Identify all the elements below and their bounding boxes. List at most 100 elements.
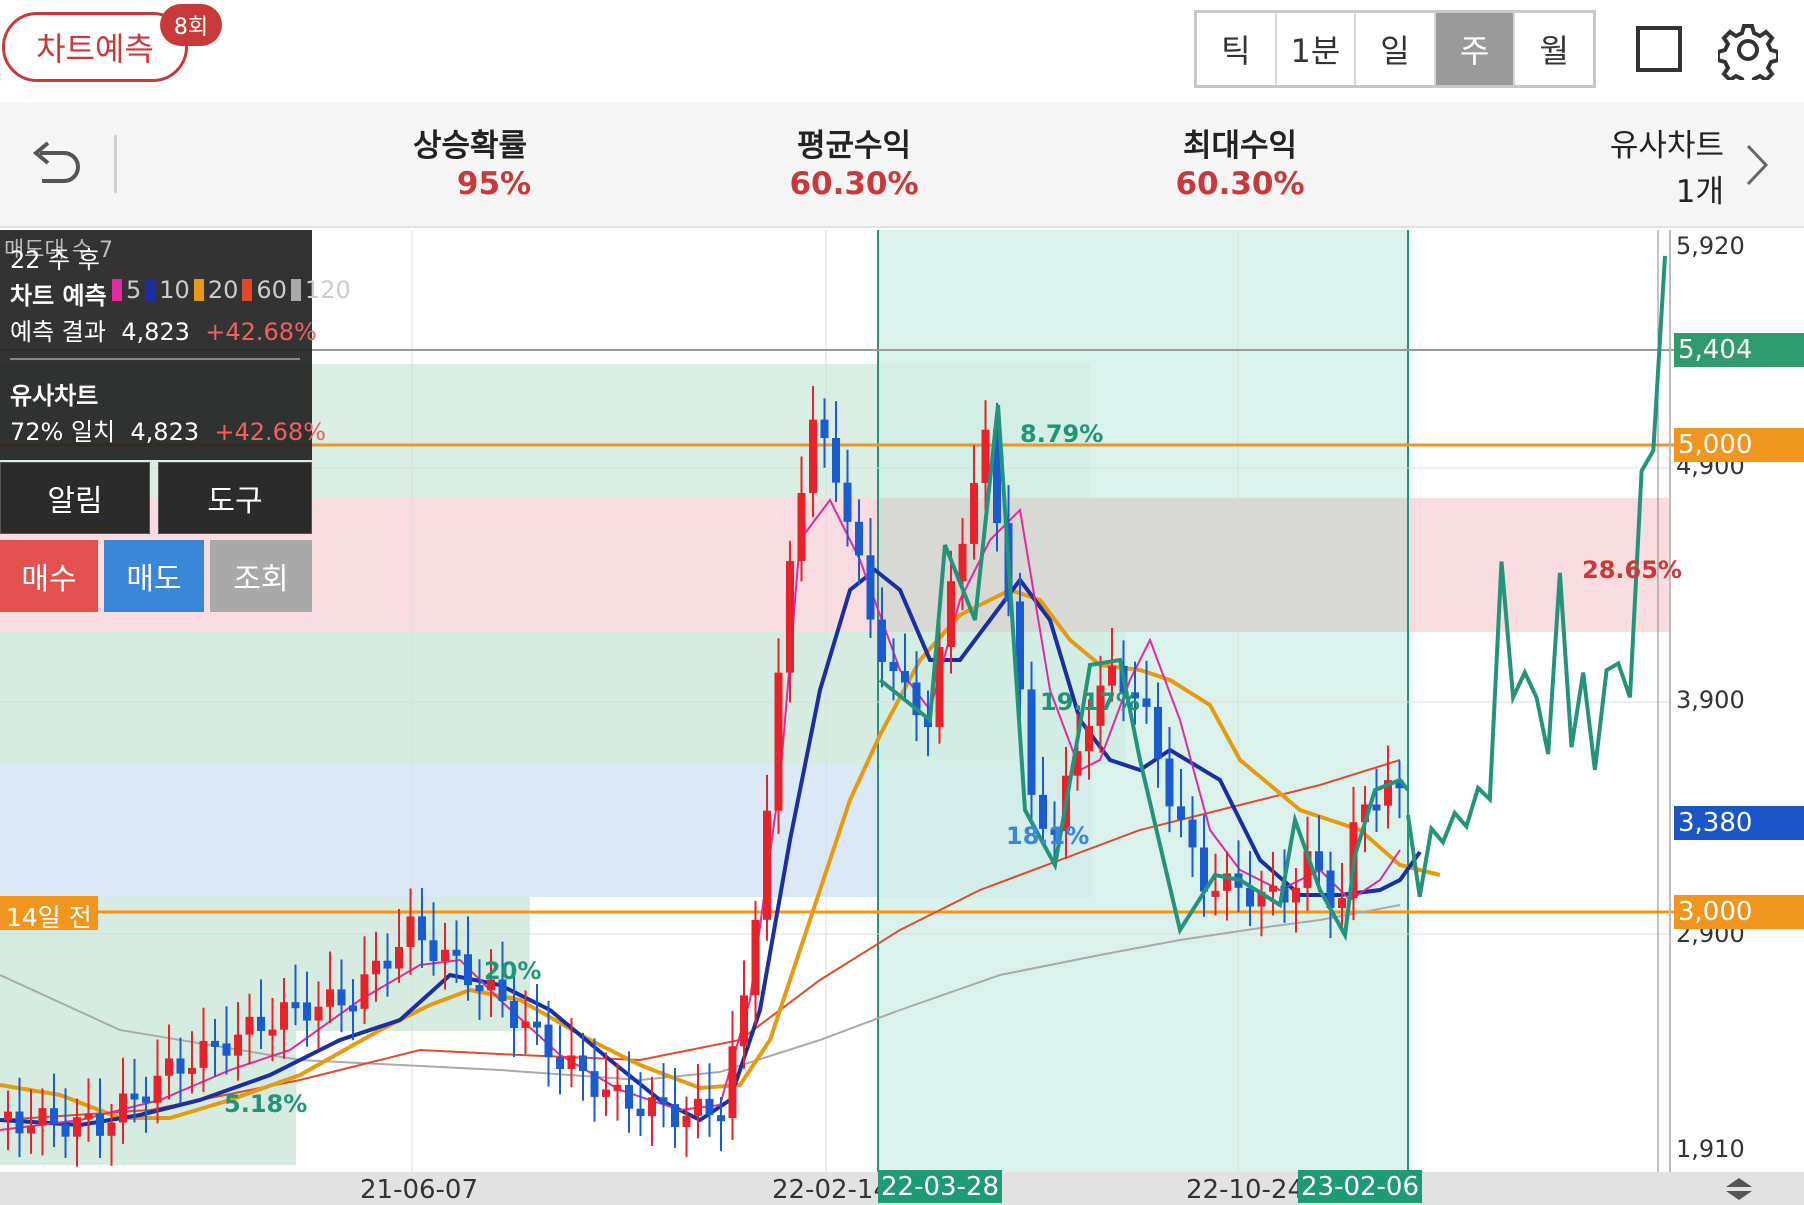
predict-count-badge: 8회 [160,4,222,46]
candle-body [613,1084,622,1091]
candle-body [291,1002,300,1009]
candle-body [15,1111,24,1134]
candle-body [1269,885,1277,892]
prediction-info-panel: 매도대 수 7 22 주 후 차트 예측 5 10 20 60 120 예측 결… [0,230,351,460]
candle-body [820,419,829,439]
candle-body [349,1005,357,1012]
tab-week[interactable]: 주 [1435,13,1516,85]
ma-legend-swatch [145,279,156,301]
alert-button[interactable]: 알림 [0,462,150,534]
similar-chart-count[interactable]: 1개 [1524,166,1724,211]
ma-legend-label: 5 [126,276,142,304]
price-tick: 1,910 [1676,1135,1745,1163]
pct-label: 28.65% [1582,556,1682,584]
scroll-handle-icon[interactable] [1722,1176,1756,1202]
predict-result-label: 예측 결과 [10,318,106,346]
ma-legend-label: 20 [207,276,239,304]
candle-body [671,1104,679,1128]
candle-body [1292,887,1300,903]
candle-body [1372,804,1381,811]
candle-body [257,1016,265,1032]
candle-body [165,1058,173,1076]
candle-body [245,1016,254,1035]
candle-body [107,1122,116,1136]
candle-body [211,1040,219,1047]
candle-body [901,671,909,683]
tab-day[interactable]: 일 [1356,13,1436,85]
sell-button[interactable]: 매도 [104,540,204,612]
candle-body [188,1067,196,1074]
candle-body [1142,698,1151,707]
buy-button[interactable]: 매수 [0,540,98,612]
tools-button[interactable]: 도구 [158,462,312,534]
days-ago-tag: 14일 전 [0,896,98,932]
candle-body [889,661,898,672]
candle-body [1108,665,1116,686]
candle-body [130,1093,139,1100]
similar-match: 72% 일치 [10,418,116,446]
tab-1min[interactable]: 1분 [1277,13,1357,85]
price-tick: 5,920 [1676,232,1745,260]
tab-month[interactable]: 월 [1515,13,1593,85]
undo-back-icon[interactable] [26,135,84,193]
similar-pct: +42.68% [214,418,327,446]
gear-icon[interactable] [1718,20,1778,80]
candle-body [1165,758,1174,807]
panel-divider [10,358,300,360]
inquiry-button[interactable]: 조회 [210,540,312,612]
tab-tick[interactable]: 틱 [1197,13,1277,85]
candle-body [406,916,415,947]
similar-chart-label[interactable]: 유사차트 [1524,120,1724,165]
candle-body [153,1075,162,1103]
x-axis-highlight-end: 23-02-06 [1298,1170,1423,1203]
candle-body [268,1029,277,1036]
ma-legend-label: 120 [304,276,351,304]
candle-body [774,672,783,811]
candle-body [855,521,863,556]
candle-body [234,1034,242,1056]
candle-body [475,985,484,992]
candle-body [360,974,369,1009]
price-tick: 3,900 [1676,686,1745,714]
candle-body [441,949,449,962]
predict-result-pct: +42.68% [205,318,317,346]
price-tag-ref-low: 3,000 [1674,895,1804,929]
candle-body [50,1108,58,1125]
chevron-right-icon[interactable] [1742,140,1772,190]
candle-body [579,1055,587,1072]
fullscreen-square-icon[interactable] [1636,26,1682,72]
candle-body [786,561,794,673]
candle-body [222,1043,231,1056]
candle-body [1211,890,1220,897]
candle-body [763,810,771,920]
candle-body [429,940,438,962]
candle-body [533,1021,541,1028]
candle-body [1188,819,1197,848]
ma-legend-swatch [193,279,204,301]
candle-body [4,1111,12,1121]
candle-body [1338,898,1346,909]
predict-title: 차트 예측 [10,282,107,310]
candle-body [636,1108,645,1117]
candle-body [843,482,852,522]
candle-body [142,1096,150,1103]
max-return-label: 최대수익 [1182,128,1298,164]
price-tag-last: 3,380 [1674,806,1804,840]
avg-return-value: 60.30% [789,166,919,202]
candle-body [602,1089,610,1097]
candle-body [751,919,760,996]
candle-body [625,1084,633,1109]
predict-result-price: 4,823 [121,318,190,346]
candle-body [717,1115,725,1122]
candle-body [1177,806,1185,820]
candle-body [694,1098,702,1116]
rise-prob-label: 상승확률 [412,128,528,164]
pct-label: 20% [484,957,542,985]
candle-body [1154,706,1162,759]
x-axis-label: 22-02-14 [772,1175,891,1205]
pct-label: 5.18% [224,1090,308,1118]
price-tag-current: 5,404 [1674,333,1804,367]
candle-body [958,543,967,582]
candle-body [510,1000,518,1028]
period-tabs: 틱 1분 일 주 월 [1194,10,1596,88]
